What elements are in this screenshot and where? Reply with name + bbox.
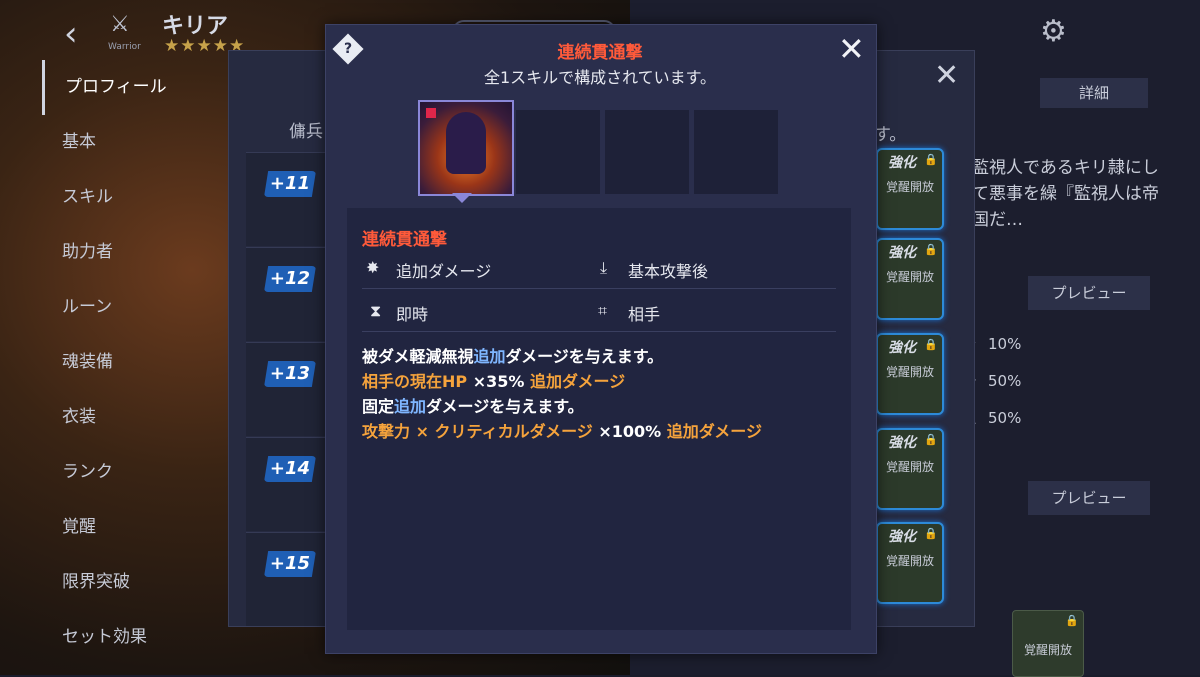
stat-value: 50% [988,409,1022,427]
level-badge: +11 [264,171,316,197]
desc-text: ダメージを与えます。 [505,347,664,366]
skill-trigger-label: 基本攻撃後 [628,262,709,281]
level-row[interactable]: +11 [246,152,326,246]
sidebar-item-profile[interactable]: プロフィール [42,60,192,115]
upgrade-card[interactable]: 強化 🔒 覚醒開放 [876,333,944,415]
close-icon[interactable]: ✕ [838,32,865,66]
stat-value: 10% [988,335,1022,353]
upgrade-card-title: 強化 [888,340,916,356]
back-button[interactable]: ‹ [64,14,78,54]
close-icon[interactable]: ✕ [934,58,959,93]
level-row[interactable]: +15 [246,532,326,626]
class-label: Warrior [108,42,141,52]
selected-indicator [452,193,472,203]
level-badge: +13 [264,361,316,387]
gear-icon[interactable]: ⚙ [1040,14,1067,49]
awaken-card[interactable]: 🔒 覚醒開放 [1012,610,1084,677]
skill-desc-line: 被ダメ軽減無視追加ダメージを与えます。 [362,343,663,367]
skill-timing-label: 即時 [396,305,429,324]
empty-skill-slot [516,110,600,194]
sidebar-item-limit-break[interactable]: 限界突破 [42,555,192,610]
hourglass-icon: ⧗ [370,301,382,320]
divider [362,288,836,289]
stat-value: 50% [988,372,1022,390]
sidebar-item-set-effect[interactable]: セット効果 [42,610,192,665]
sword-icon: ⚔ [110,12,130,37]
sidebar-item-basic[interactable]: 基本 [42,115,192,170]
sidebar-item-helper[interactable]: 助力者 [42,225,192,280]
preview-button[interactable]: プレビュー [1028,481,1150,515]
lock-icon: 🔒 [924,527,938,540]
desc-text: 固定 [362,397,395,416]
skill-target-label: 相手 [628,305,661,324]
upgrade-card-label: 覚醒開放 [885,365,934,379]
desc-highlight: 追加 [394,397,427,416]
upgrade-card-label: 覚醒開放 [885,460,934,474]
download-icon: ⤓ [600,258,608,277]
empty-skill-slot [605,110,689,194]
awaken-card-label: 覚醒開放 [1023,643,1072,657]
damage-burst-icon: ✸ [366,258,380,277]
upgrade-card[interactable]: 強化 🔒 覚醒開放 [876,148,944,230]
level-row[interactable]: +13 [246,342,326,436]
tab-detail[interactable]: 詳細 [1040,78,1148,108]
divider [362,331,836,332]
upgrade-card-label: 覚醒開放 [885,180,934,194]
level-row[interactable]: +14 [246,437,326,531]
preview-button[interactable]: プレビュー [1028,276,1150,310]
desc-highlight: 追加 [473,347,506,366]
column-header: 傭兵 [289,122,323,142]
skill-desc-line: 相手の現在HP ×35% 追加ダメージ [362,368,625,392]
hero-description: 監視人であるキリ隷にして悪事を繰『監視人は帝国だ… [972,158,1159,230]
upgrade-card-label: 覚醒開放 [885,554,934,568]
desc-highlight: 追加ダメージ [529,372,626,391]
level-badge: +12 [264,266,316,292]
modal-title: 連続貫通撃 [557,43,643,63]
lock-icon: 🔒 [924,153,938,166]
upgrade-card-title: 強化 [888,245,916,261]
upgrade-card-label: 覚醒開放 [885,270,934,284]
modal-subtitle: 全1スキルで構成されています。 [483,68,717,87]
desc-text: ダメージを与えます。 [426,397,584,416]
skill-desc-line: 固定追加ダメージを与えます。 [362,393,584,417]
sidebar-item-skill[interactable]: スキル [42,170,192,225]
upgrade-card[interactable]: 強化 🔒 覚醒開放 [876,522,944,604]
skill-type-label: 追加ダメージ [396,262,492,281]
skill-figure-art [446,112,486,174]
sidebar: プロフィール 基本 スキル 助力者 ルーン 魂装備 衣装 ランク 覚醒 限界突破… [42,60,192,665]
desc-text: ×100% [592,422,667,441]
upgrade-card[interactable]: 強化 🔒 覚醒開放 [876,238,944,320]
skill-desc-line: 攻撃力 × クリティカルダメージ ×100% 追加ダメージ [362,418,762,442]
sidebar-item-rune[interactable]: ルーン [42,280,192,335]
skill-type-mark [426,108,436,118]
sidebar-item-rank[interactable]: ランク [42,445,192,500]
desc-highlight: 攻撃力 × クリティカルダメージ [362,422,593,441]
desc-text: ×35% [467,372,530,391]
column-header: す。 [874,125,907,145]
upgrade-card-title: 強化 [888,529,916,545]
level-row[interactable]: +12 [246,247,326,341]
desc-highlight: 相手の現在HP [362,372,468,391]
sidebar-item-soul-gear[interactable]: 魂装備 [42,335,192,390]
sidebar-item-awaken[interactable]: 覚醒 [42,500,192,555]
desc-highlight: 追加ダメージ [666,422,762,441]
skill-thumbnail[interactable] [418,100,514,196]
upgrade-card-title: 強化 [888,435,916,451]
skill-name: 連続貫通撃 [362,230,447,250]
target-user-icon: ⌗ [598,301,608,320]
desc-text: 被ダメ軽減無視 [362,347,474,366]
lock-icon: 🔒 [1065,614,1079,627]
sidebar-item-costume[interactable]: 衣装 [42,390,192,445]
empty-skill-slot [694,110,778,194]
lock-icon: 🔒 [924,243,938,256]
level-badge: +14 [264,456,316,482]
lock-icon: 🔒 [924,433,938,446]
lock-icon: 🔒 [924,338,938,351]
level-badge: +15 [264,551,316,577]
upgrade-card[interactable]: 強化 🔒 覚醒開放 [876,428,944,510]
upgrade-card-title: 強化 [888,155,916,171]
